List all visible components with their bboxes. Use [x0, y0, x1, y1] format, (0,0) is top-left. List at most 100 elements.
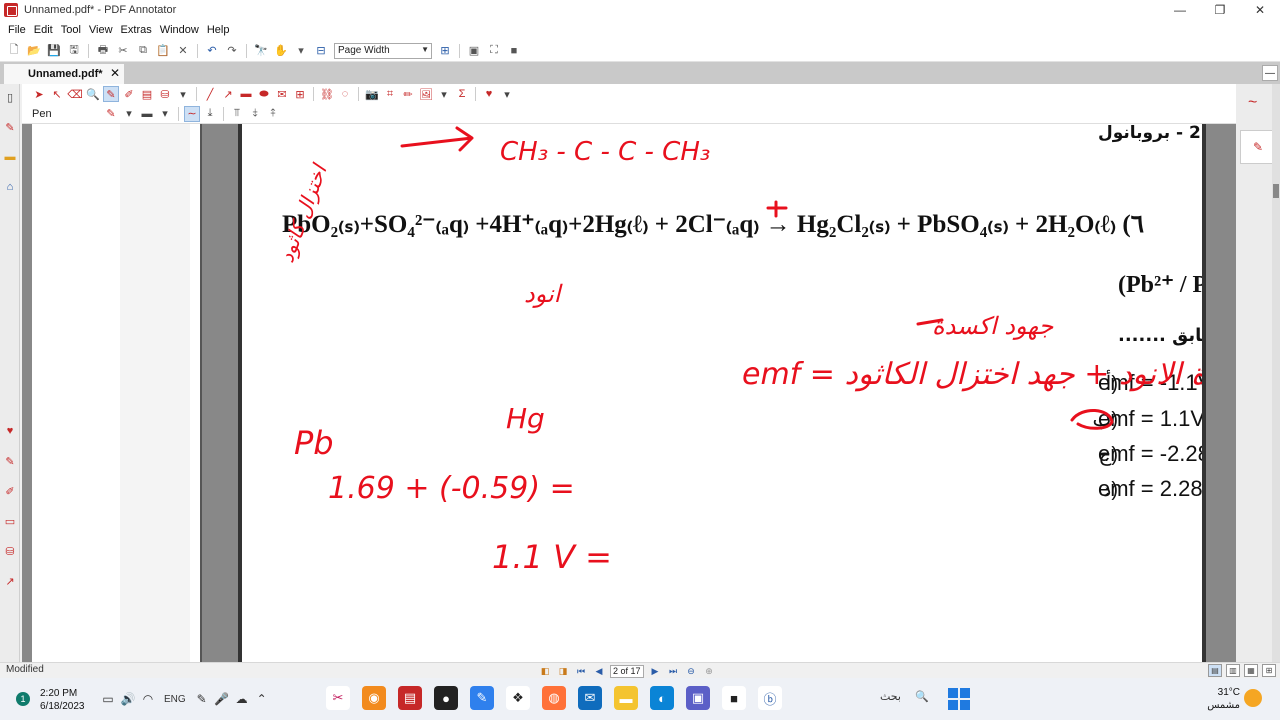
- pen-icon[interactable]: ✎: [103, 86, 119, 102]
- pressure-icon[interactable]: ⤓: [202, 106, 218, 122]
- obs-app-icon[interactable]: ●: [434, 686, 458, 710]
- page-thumbnail-icon[interactable]: ▯: [3, 90, 17, 104]
- start-button[interactable]: [948, 688, 970, 710]
- link-icon[interactable]: ⛓: [319, 86, 335, 102]
- vertical-scrollbar[interactable]: [1272, 84, 1280, 662]
- select-text-icon[interactable]: ↖: [49, 86, 65, 102]
- dropdown-arrow-icon[interactable]: ▾: [293, 43, 309, 59]
- menu-file[interactable]: File: [4, 24, 30, 36]
- save-icon[interactable]: 💾: [46, 43, 62, 59]
- language-indicator[interactable]: ENG: [164, 694, 186, 705]
- file-explorer-icon[interactable]: ▬: [614, 686, 638, 710]
- app-black-icon[interactable]: ■: [722, 686, 746, 710]
- highlighter-icon[interactable]: ✐: [121, 86, 137, 102]
- text-box-icon[interactable]: ▤: [139, 86, 155, 102]
- grid-mode-icon[interactable]: ⊞: [1262, 664, 1276, 677]
- find-icon[interactable]: 🔭: [253, 43, 269, 59]
- battery-icon[interactable]: ▭: [98, 690, 118, 708]
- envelope-icon[interactable]: ✉: [274, 86, 290, 102]
- image-icon[interactable]: 🖼: [418, 86, 434, 102]
- line-icon[interactable]: ╱: [202, 86, 218, 102]
- pin-down-icon[interactable]: ⤈: [247, 106, 263, 122]
- dropbox-icon[interactable]: ❖: [506, 686, 530, 710]
- pencil-icon[interactable]: ✏: [400, 86, 416, 102]
- history-back-icon[interactable]: ⊖: [684, 665, 698, 677]
- arrow-tool-icon[interactable]: ↗: [3, 574, 17, 588]
- crop-icon[interactable]: ⌗: [382, 86, 398, 102]
- menu-help[interactable]: Help: [203, 24, 234, 36]
- zoom-in-icon[interactable]: ⊞: [437, 43, 453, 59]
- attachment-icon[interactable]: ⌂: [3, 180, 17, 194]
- menu-tool[interactable]: Tool: [57, 24, 85, 36]
- microphone-icon[interactable]: 🎤: [212, 690, 232, 708]
- sigma-icon[interactable]: Σ: [454, 86, 470, 102]
- print-icon[interactable]: 🖶: [95, 43, 111, 59]
- first-page-icon[interactable]: ⏮: [574, 665, 588, 677]
- chevron-up-icon[interactable]: ⌃: [252, 690, 272, 708]
- dropdown-arrow-icon[interactable]: ▾: [121, 106, 137, 122]
- taskbar-search[interactable]: بحث 🔍: [880, 690, 929, 703]
- pen-bookmark-icon[interactable]: ✎: [3, 120, 17, 134]
- rectangle-icon[interactable]: ▬: [238, 86, 254, 102]
- app-orange-icon[interactable]: ◉: [362, 686, 386, 710]
- line-width-icon[interactable]: ▬: [139, 106, 155, 122]
- page-thumbnail-preview[interactable]: ✎: [1240, 130, 1276, 164]
- last-page-icon[interactable]: ⏭: [666, 665, 680, 677]
- stamp-tool-icon[interactable]: ⛁: [3, 544, 17, 558]
- table-icon[interactable]: ⊞: [292, 86, 308, 102]
- copy-icon[interactable]: ⧉: [135, 43, 151, 59]
- new-document-icon[interactable]: 🗋: [6, 43, 22, 59]
- two-page-mode-icon[interactable]: ▥: [1226, 664, 1240, 677]
- delete-icon[interactable]: ✕: [175, 43, 191, 59]
- teams-icon[interactable]: ▣: [686, 686, 710, 710]
- redo-icon[interactable]: ↷: [224, 43, 240, 59]
- current-page[interactable]: د) ناتج نزع الماء من 2 – ميثيل - 2 - برو…: [238, 124, 1206, 662]
- menu-edit[interactable]: Edit: [30, 24, 57, 36]
- back-icon[interactable]: ◧: [538, 665, 552, 677]
- fullscreen-icon[interactable]: ■: [506, 43, 522, 59]
- cloud-icon[interactable]: ☁: [232, 690, 252, 708]
- scrollbar-thumb[interactable]: [1273, 184, 1279, 198]
- dropdown-arrow-icon[interactable]: ▾: [499, 86, 515, 102]
- history-forward-icon[interactable]: ⊕: [702, 665, 716, 677]
- dropdown-arrow-icon[interactable]: ▾: [157, 106, 173, 122]
- dropdown-arrow-icon[interactable]: ▾: [436, 86, 452, 102]
- arrow-icon[interactable]: ↗: [220, 86, 236, 102]
- menu-window[interactable]: Window: [156, 24, 203, 36]
- hand-tool-icon[interactable]: ✋: [273, 43, 289, 59]
- single-page-view-icon[interactable]: ▣: [466, 43, 482, 59]
- volume-icon[interactable]: 🔊: [118, 690, 138, 708]
- lasso-icon[interactable]: ◌: [337, 86, 353, 102]
- paste-icon[interactable]: 📋: [155, 43, 171, 59]
- pen-tool-icon[interactable]: ✎: [3, 454, 17, 468]
- folder-icon[interactable]: ▬: [3, 150, 17, 164]
- continuous-mode-icon[interactable]: ▦: [1244, 664, 1258, 677]
- pin-up-icon[interactable]: ⤉: [265, 106, 281, 122]
- pen-color-icon[interactable]: ✎: [103, 106, 119, 122]
- smooth-stroke-icon[interactable]: ∼: [184, 105, 200, 122]
- eraser-icon[interactable]: ⌫: [67, 86, 83, 102]
- maximize-button[interactable]: ❐: [1200, 0, 1240, 20]
- camera-icon[interactable]: 📷: [364, 86, 380, 102]
- zoom-tool-icon[interactable]: 🔍: [85, 86, 101, 102]
- open-folder-icon[interactable]: 📂: [26, 43, 42, 59]
- tab-overflow-icon[interactable]: —: [1262, 65, 1278, 81]
- pin-icon[interactable]: ⫪: [229, 106, 245, 122]
- next-page-icon[interactable]: ▶: [648, 665, 662, 677]
- previous-page-icon[interactable]: ◀: [592, 665, 606, 677]
- ink-signature-icon[interactable]: ~: [1248, 94, 1257, 112]
- page-number-field[interactable]: 2 of 17: [610, 664, 644, 678]
- menu-extras[interactable]: Extras: [117, 24, 156, 36]
- pdf-annotator-app-icon[interactable]: ▤: [398, 686, 422, 710]
- marker-icon[interactable]: ✐: [3, 484, 17, 498]
- wifi-icon[interactable]: ◠: [138, 690, 158, 708]
- dropdown-arrow-icon[interactable]: ▾: [175, 86, 191, 102]
- pen-menu-icon[interactable]: ✎: [192, 690, 212, 708]
- notes-app-icon[interactable]: ✎: [470, 686, 494, 710]
- favorite-heart-icon[interactable]: ♥: [3, 424, 17, 438]
- favorites-heart-icon[interactable]: ♥: [481, 86, 497, 102]
- document-viewport[interactable]: د) ناتج نزع الماء من 2 – ميثيل - 2 - برو…: [22, 124, 1236, 662]
- select-arrow-icon[interactable]: ➤: [31, 86, 47, 102]
- forward-icon[interactable]: ◨: [556, 665, 570, 677]
- stamp-icon[interactable]: ⛁: [157, 86, 173, 102]
